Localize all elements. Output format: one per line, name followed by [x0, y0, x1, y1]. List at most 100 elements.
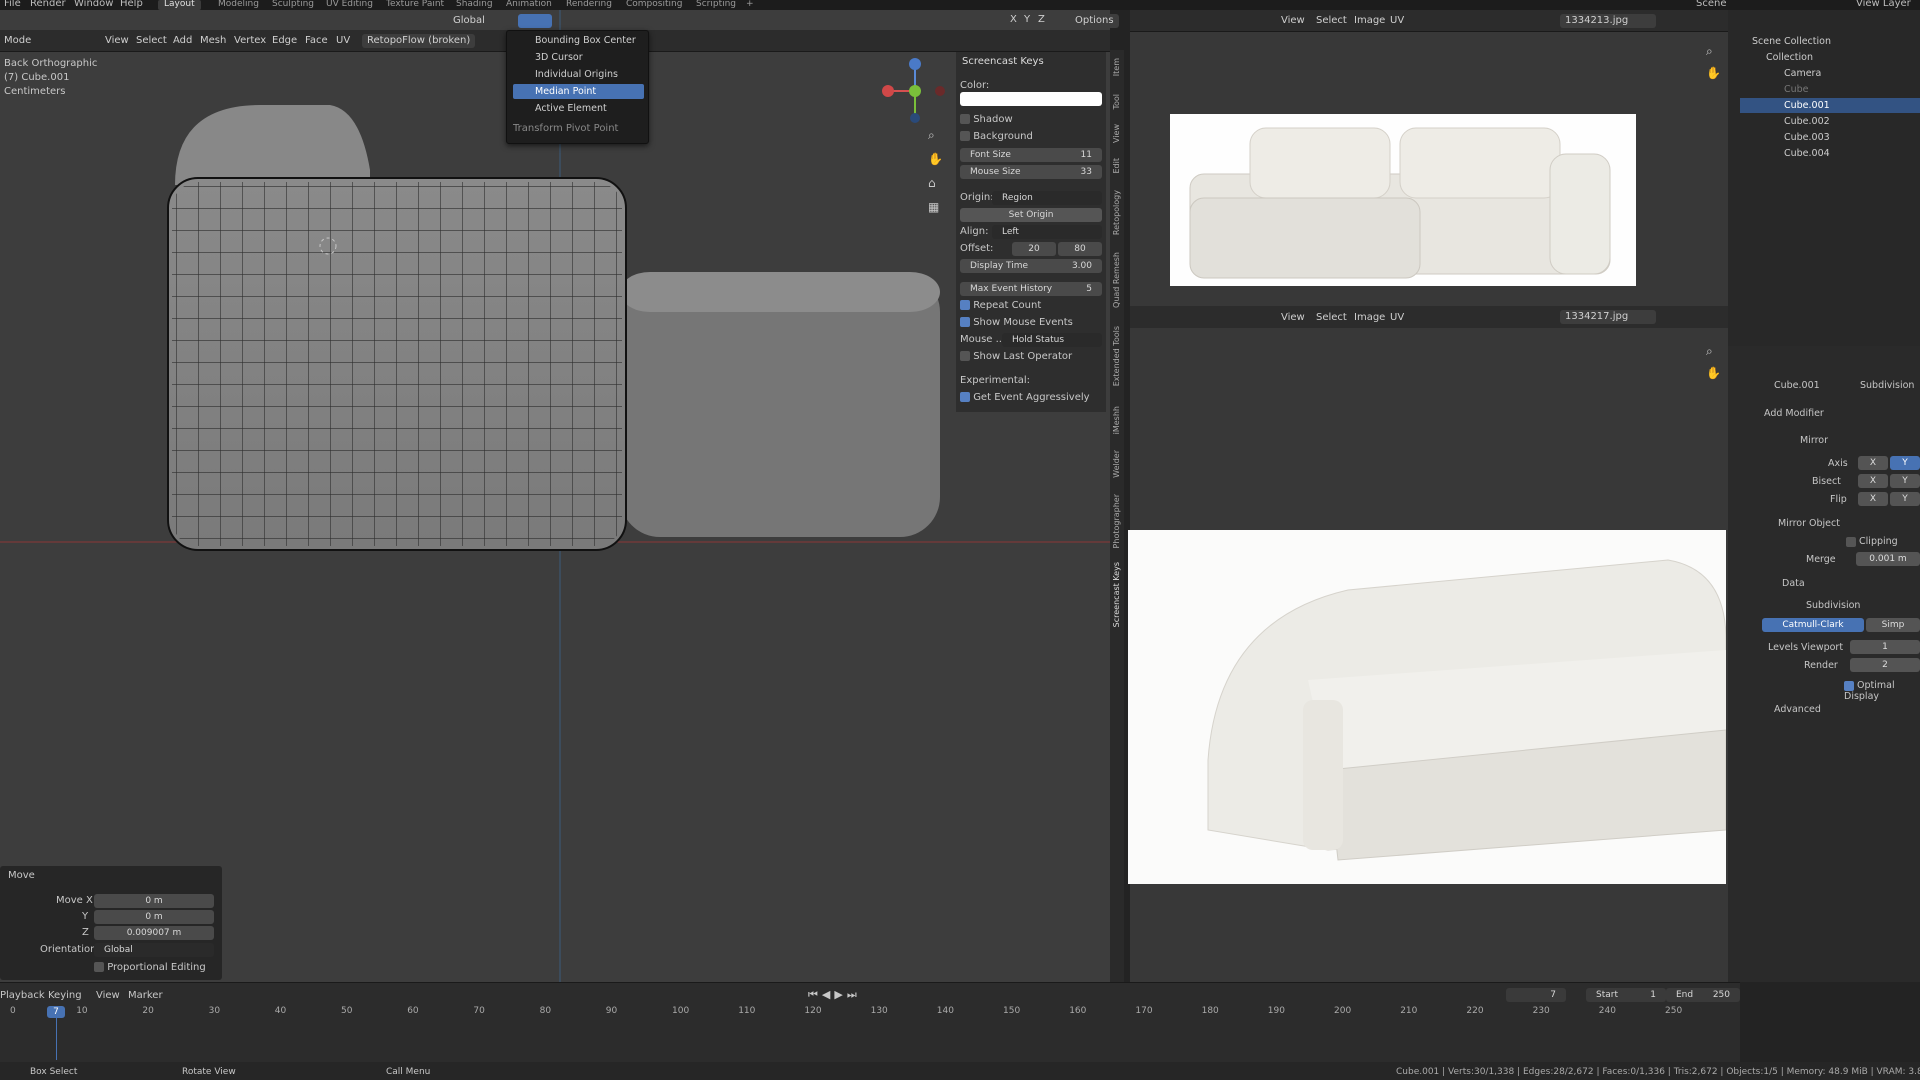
advanced-subpanel[interactable]: Advanced — [1774, 704, 1821, 715]
menu-mesh[interactable]: Mesh — [200, 35, 226, 46]
zoom-icon[interactable]: ⌕ — [928, 128, 935, 143]
pivot-individual-origins[interactable]: Individual Origins — [513, 67, 644, 82]
tab-layout[interactable]: Layout — [158, 0, 201, 10]
tab-quad-remesh[interactable]: Quad Remesh — [1112, 252, 1121, 308]
mirror-merge-field[interactable]: 0.001 m — [1856, 552, 1920, 566]
orientation-select[interactable]: Global — [94, 943, 214, 957]
menu-help[interactable]: Help — [120, 0, 143, 9]
show-mouse-events-checkbox[interactable]: Show Mouse Events — [960, 317, 1073, 328]
menu-render[interactable]: Render — [30, 0, 66, 9]
pivot-bounding-box-center[interactable]: Bounding Box Center — [513, 33, 644, 48]
img-bottom-pan-icon[interactable]: ✋ — [1706, 366, 1721, 380]
img-bottom-menu-uv[interactable]: UV — [1390, 312, 1404, 323]
tab-texture-paint[interactable]: Texture Paint — [380, 0, 450, 10]
add-workspace-button[interactable]: + — [740, 0, 760, 10]
add-modifier-button[interactable]: Add Modifier — [1764, 408, 1824, 419]
transform-orientation-select[interactable]: Global — [448, 14, 490, 28]
outliner-scene-collection[interactable]: Scene Collection — [1752, 34, 1831, 49]
show-last-operator-checkbox[interactable]: Show Last Operator — [960, 351, 1072, 362]
catmull-clark-button[interactable]: Catmull-Clark — [1762, 618, 1864, 632]
tab-photographer[interactable]: Photographer — [1112, 494, 1121, 548]
menu-window[interactable]: Window — [74, 0, 113, 9]
mirror-bisect-y[interactable]: Y — [1890, 474, 1920, 488]
end-frame-field[interactable]: End 250 — [1666, 988, 1740, 1002]
options-button[interactable]: Options — [1070, 14, 1119, 28]
mouse-size-field[interactable]: Mouse Size 33 — [960, 165, 1102, 179]
outliner-item-cube-004[interactable]: Cube.004 — [1784, 146, 1830, 161]
align-select[interactable]: Left — [992, 225, 1102, 239]
get-event-aggressively-checkbox[interactable]: Get Event Aggressively — [960, 392, 1090, 403]
outliner-item-camera[interactable]: Camera — [1784, 66, 1821, 81]
menu-vertex[interactable]: Vertex — [234, 35, 266, 46]
mirror-axis-x[interactable]: X — [1858, 456, 1888, 470]
render-levels-field[interactable]: 2 — [1850, 658, 1920, 672]
img-bottom-menu-view[interactable]: View — [1281, 312, 1305, 323]
tab-modeling[interactable]: Modeling — [212, 0, 265, 10]
3d-viewport[interactable] — [0, 10, 1110, 982]
outliner-item-cube[interactable]: Cube — [1784, 82, 1809, 97]
offset-y-field[interactable]: 80 — [1058, 242, 1102, 256]
shadow-checkbox[interactable]: Shadow — [960, 114, 1013, 125]
playback-controls[interactable]: ⏮◀▶⏭ — [808, 988, 861, 1002]
tab-rendering[interactable]: Rendering — [560, 0, 618, 10]
tab-retopology[interactable]: Retopology — [1112, 190, 1121, 235]
pivot-3d-cursor[interactable]: 3D Cursor — [513, 50, 644, 65]
outliner-item-cube-003[interactable]: Cube.003 — [1784, 130, 1830, 145]
grid-toggle-icon[interactable]: ▦ — [928, 200, 939, 214]
tab-animation[interactable]: Animation — [500, 0, 558, 10]
font-size-field[interactable]: Font Size 11 — [960, 148, 1102, 162]
move-x-field[interactable]: 0 m — [94, 894, 214, 908]
mirror-flip-y[interactable]: Y — [1890, 492, 1920, 506]
pivot-point-icon[interactable] — [518, 14, 552, 28]
img-bottom-menu-select[interactable]: Select — [1316, 312, 1347, 323]
timeline-ruler[interactable]: 0 10 20 30 40 50 60 70 80 90 100 110 120 130 140 150 160… — [0, 1006, 1740, 1020]
simple-button[interactable]: Simp — [1866, 618, 1920, 632]
menu-view[interactable]: View — [105, 35, 129, 46]
menu-uv[interactable]: UV — [336, 35, 350, 46]
current-frame-field[interactable]: 7 — [1506, 988, 1566, 1002]
timeline-menu-playback[interactable]: Playback — [0, 990, 45, 1001]
pan-hand-icon[interactable]: ✋ — [928, 152, 943, 166]
move-panel-title[interactable]: Move — [8, 870, 35, 881]
axis-x-toggle[interactable]: X — [1010, 14, 1017, 25]
offset-x-field[interactable]: 20 — [1012, 242, 1056, 256]
mirror-bisect-x[interactable]: X — [1858, 474, 1888, 488]
mode-selector[interactable]: Mode — [4, 35, 31, 46]
origin-select[interactable]: Region — [992, 191, 1102, 205]
pivot-active-element[interactable]: Active Element — [513, 101, 644, 116]
mirror-clipping-checkbox[interactable]: Clipping — [1846, 536, 1898, 547]
timeline-menu-view[interactable]: View — [96, 990, 120, 1001]
img-top-menu-view[interactable]: View — [1281, 15, 1305, 26]
tab-scripting[interactable]: Scripting — [690, 0, 742, 10]
outliner-item-cube-002[interactable]: Cube.002 — [1784, 114, 1830, 129]
tab-edit[interactable]: Edit — [1112, 158, 1121, 174]
img-top-image-name[interactable]: 1334213.jpg — [1560, 14, 1656, 28]
menu-select[interactable]: Select — [136, 35, 167, 46]
mirror-modifier-header[interactable]: Mirror — [1800, 435, 1828, 446]
menu-edge[interactable]: Edge — [272, 35, 297, 46]
timeline-menu-keying[interactable]: Keying — [48, 990, 82, 1001]
optimal-display-checkbox[interactable]: Optimal Display — [1844, 680, 1920, 702]
outliner-item-cube-001[interactable]: Cube.001 — [1740, 98, 1920, 113]
playhead[interactable]: 7 — [47, 1006, 65, 1018]
proportional-editing-checkbox[interactable]: Proportional Editing — [94, 962, 206, 973]
mirror-data-subpanel[interactable]: Data — [1782, 578, 1805, 589]
display-time-field[interactable]: Display Time 3.00 — [960, 259, 1102, 273]
max-event-history-field[interactable]: Max Event History 5 — [960, 282, 1102, 296]
axis-y-toggle[interactable]: Y — [1024, 14, 1030, 25]
menu-file[interactable]: File — [4, 0, 21, 9]
tab-sculpting[interactable]: Sculpting — [266, 0, 320, 10]
img-top-menu-uv[interactable]: UV — [1390, 15, 1404, 26]
tab-extended-tools[interactable]: Extended Tools — [1112, 326, 1121, 386]
levels-viewport-field[interactable]: 1 — [1850, 640, 1920, 654]
img-bottom-zoom-icon[interactable]: ⌕ — [1706, 344, 1713, 359]
tab-item[interactable]: Item — [1112, 58, 1121, 76]
move-z-field[interactable]: 0.009007 m — [94, 926, 214, 940]
timeline-menu-marker[interactable]: Marker — [128, 990, 163, 1001]
menu-face[interactable]: Face — [305, 35, 328, 46]
props-modifier-tab[interactable]: Subdivision — [1860, 380, 1914, 391]
tab-uv-editing[interactable]: UV Editing — [320, 0, 379, 10]
tab-tool[interactable]: Tool — [1112, 94, 1121, 110]
tab-screencast-keys[interactable]: Screencast Keys — [1112, 562, 1121, 627]
tab-view[interactable]: View — [1112, 124, 1121, 143]
